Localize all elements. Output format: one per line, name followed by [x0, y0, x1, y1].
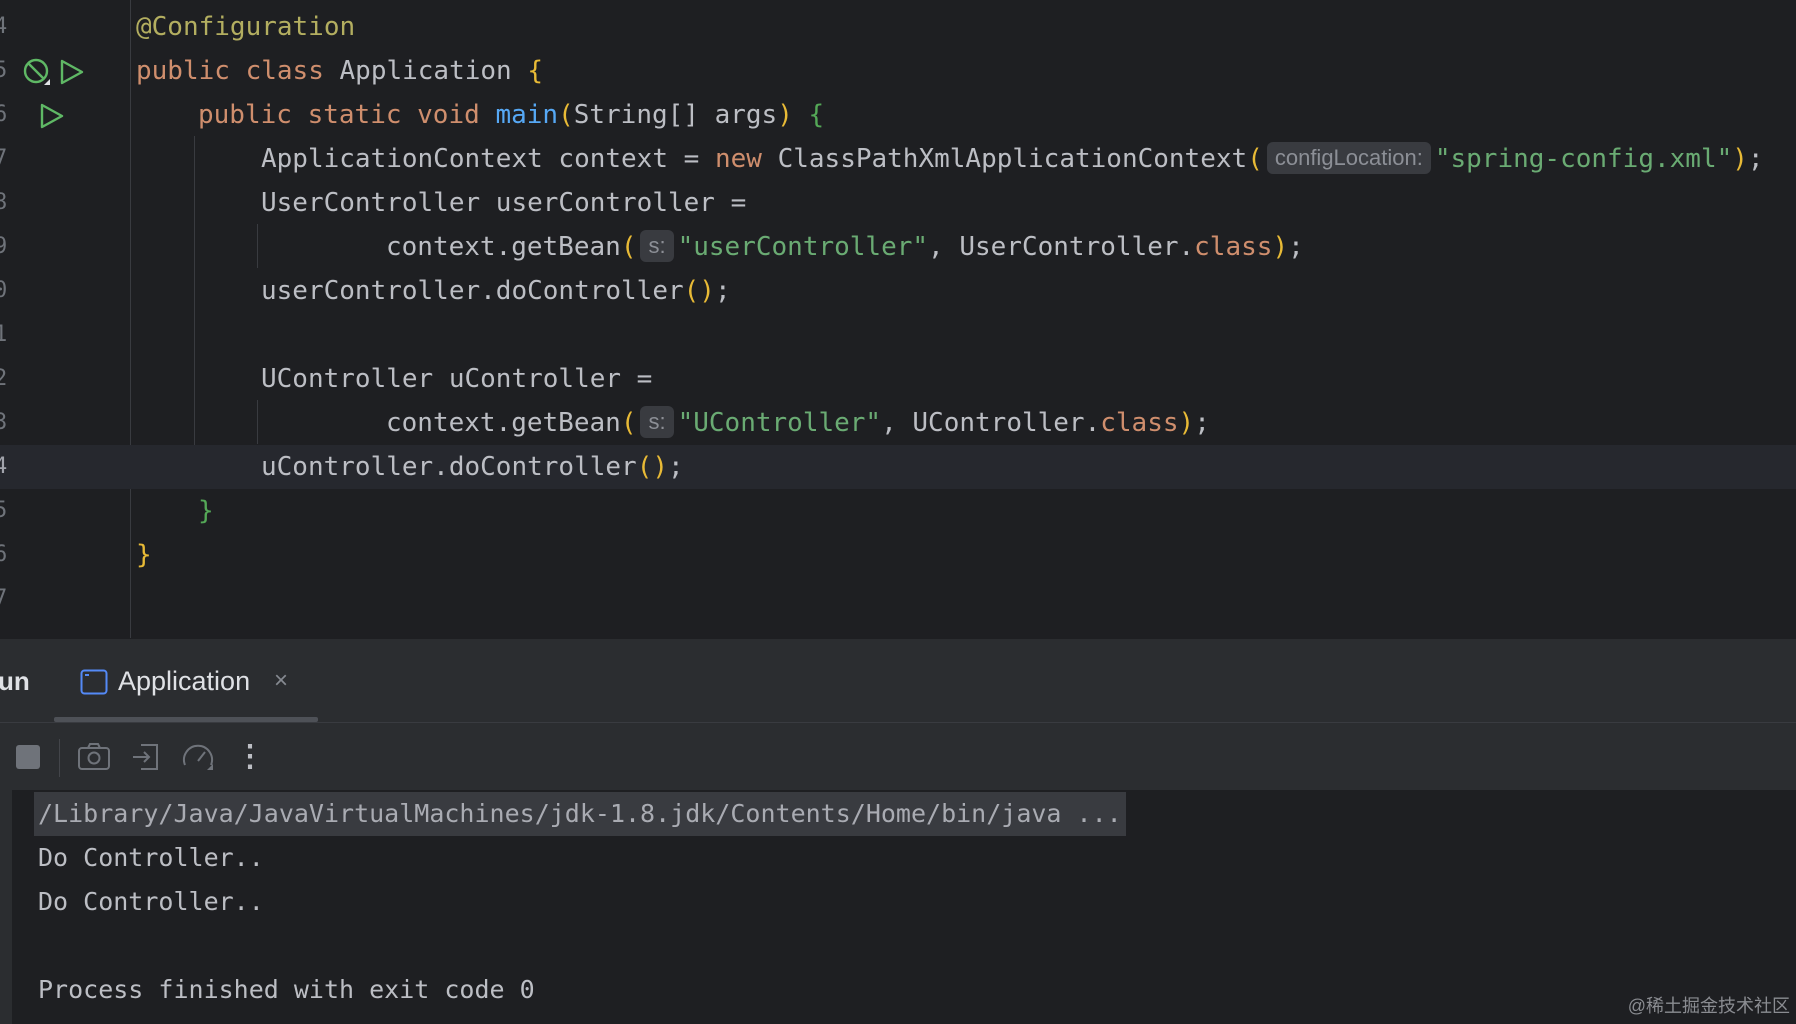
console-command-line[interactable]: /Library/Java/JavaVirtualMachines/jdk-1.… [34, 792, 1126, 836]
code-text: public static void main(String[] args) { [198, 100, 825, 130]
run-main-icon[interactable] [38, 102, 66, 130]
code-line: 1 [0, 313, 1796, 357]
code-text: UController uController = [261, 364, 653, 394]
code-line: 7 [0, 577, 1796, 621]
run-panel-title: un [0, 666, 30, 696]
code-line: 8 UserController userController = [0, 181, 1796, 225]
speed-gauge-icon[interactable] [178, 737, 218, 777]
console-gutter [0, 790, 12, 1024]
login-icon[interactable] [127, 737, 167, 777]
code-text: @Configuration [136, 12, 356, 42]
code-text: userController.doController(); [261, 276, 731, 306]
line-number: 7 [0, 146, 8, 171]
line-number: 4 [0, 14, 8, 39]
camera-icon[interactable] [74, 737, 114, 777]
line-number: 1 [0, 322, 8, 347]
line-number: 9 [0, 234, 8, 259]
toolbar-separator [59, 739, 60, 777]
code-line: 5 public class Application { [0, 49, 1796, 93]
close-tab-icon[interactable]: × [274, 639, 288, 723]
code-text: context.getBean(s: "userController", User… [386, 230, 1304, 262]
more-vertical-icon[interactable]: ⋮ [230, 737, 270, 777]
line-number: 7 [0, 586, 8, 611]
code-text: } [136, 540, 152, 570]
code-text: ApplicationContext context = new ClassPa… [261, 142, 1764, 174]
line-number: 3 [0, 410, 8, 435]
code-text: } [198, 496, 214, 526]
code-line: 3 context.getBean(s: "UController", UCont… [0, 401, 1796, 445]
line-number: 5 [0, 58, 8, 83]
console-output[interactable]: /Library/Java/JavaVirtualMachines/jdk-1.… [0, 790, 1796, 1024]
line-number: 5 [0, 498, 8, 523]
line-number: 4 [0, 454, 8, 479]
tab-application[interactable]: Application × [78, 639, 318, 723]
code-line: 6 } [0, 533, 1796, 577]
code-line: 2 UController uController = [0, 357, 1796, 401]
run-panel-tab-bar: un Application × [0, 638, 1796, 723]
line-number: 8 [0, 190, 8, 215]
console-exit-line: Process finished with exit code 0 [38, 975, 535, 1004]
code-text: context.getBean(s: "UController", UContro… [386, 406, 1210, 438]
tab-label: Application [118, 666, 251, 696]
code-line-current: 4 uController.doController(); [0, 445, 1796, 489]
parameter-hint: s: [640, 230, 674, 262]
stop-icon[interactable] [8, 737, 48, 777]
code-line: 0 userController.doController(); [0, 269, 1796, 313]
code-text: public class Application { [136, 56, 544, 86]
line-number: 0 [0, 278, 8, 303]
line-number: 6 [0, 102, 8, 127]
run-class-icon[interactable] [58, 58, 86, 86]
run-toolbar: ⋮ [0, 722, 1796, 791]
parameter-hint: s: [640, 406, 674, 438]
line-number: 6 [0, 542, 8, 567]
code-text: UserController userController = [261, 188, 747, 218]
console-line: Do Controller.. [38, 843, 264, 872]
code-line: 4 @Configuration [0, 5, 1796, 49]
code-text: uController.doController(); [261, 452, 684, 482]
line-number: 2 [0, 366, 8, 391]
code-line: 6 public static void main(String[] args)… [0, 93, 1796, 137]
code-line: 5 } [0, 489, 1796, 533]
code-line: 7 ApplicationContext context = new Class… [0, 137, 1796, 181]
application-window-icon [80, 669, 108, 695]
code-line: 9 context.getBean(s: "userController", Us… [0, 225, 1796, 269]
parameter-hint: configLocation: [1266, 142, 1431, 174]
watermark: @稀土掘金技术社区 [1627, 996, 1790, 1016]
console-line: Do Controller.. [38, 887, 264, 916]
disabled-bean-icon[interactable] [22, 57, 52, 87]
code-editor[interactable]: 4 @Configuration 5 public class Applicat… [0, 0, 1796, 638]
